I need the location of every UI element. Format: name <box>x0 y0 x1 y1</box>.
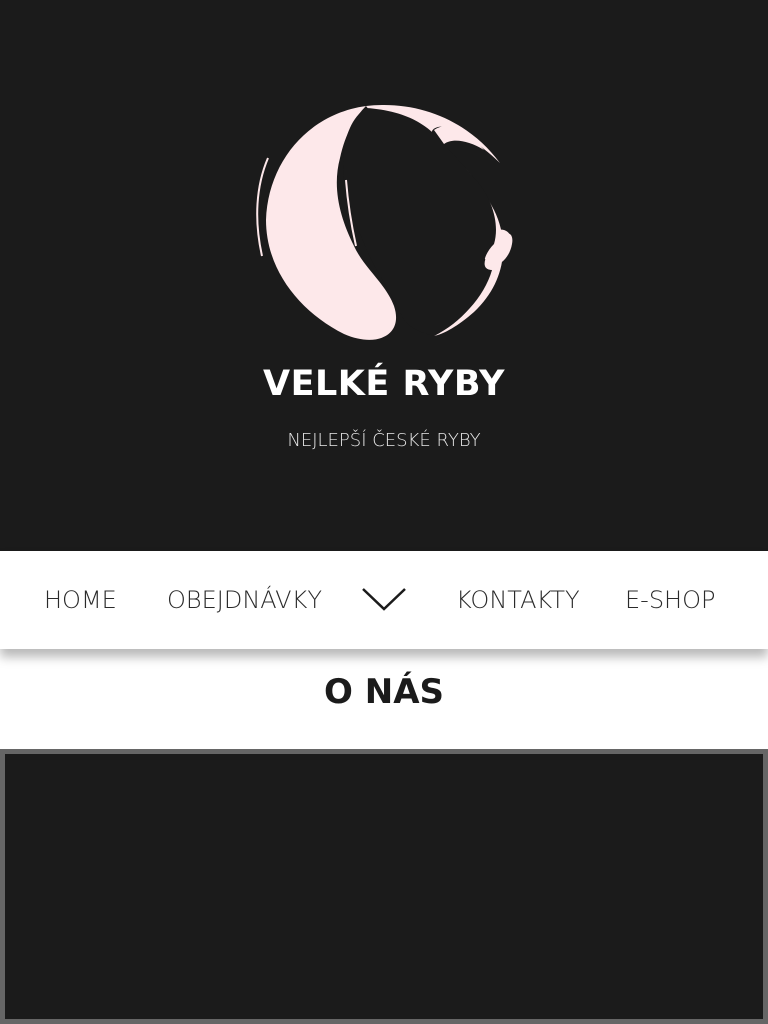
hero-header: VELKÉ RYBY NEJLEPŠÍ ČESKÉ RYBY <box>0 0 768 551</box>
nav-eshop-link[interactable]: E-SHOP <box>625 581 715 619</box>
nav-home-link[interactable]: HOME <box>44 581 117 619</box>
site-title: VELKÉ RYBY <box>262 364 505 404</box>
media-frame <box>0 749 768 1024</box>
nav-orders-link[interactable]: OBEJDNÁVKY <box>167 581 322 619</box>
nav-dropdown-toggle[interactable] <box>360 580 408 618</box>
nav-contacts-link[interactable]: KONTAKTY <box>456 581 580 619</box>
chevron-down-icon <box>362 588 406 611</box>
about-section-title: O NÁS <box>324 672 444 712</box>
site-tagline: NEJLEPŠÍ ČESKÉ RYBY <box>287 430 481 451</box>
media-placeholder <box>5 754 763 1019</box>
fish-logo-icon[interactable] <box>248 100 520 344</box>
